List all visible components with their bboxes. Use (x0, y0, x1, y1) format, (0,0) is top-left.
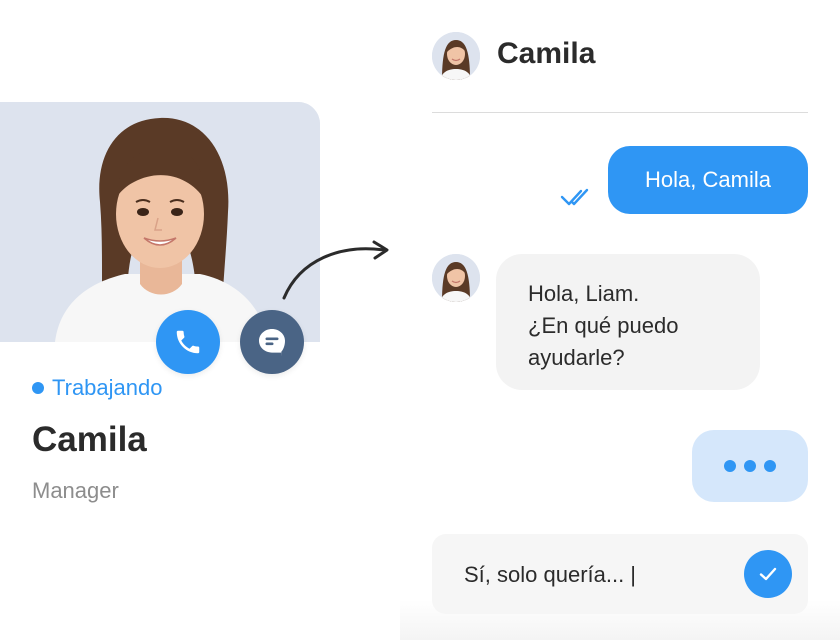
typing-indicator (692, 430, 808, 502)
outgoing-message-text: Hola, Camila (645, 167, 771, 192)
message-input[interactable]: Sí, solo quería... | (464, 562, 744, 588)
double-check-icon (560, 188, 589, 206)
incoming-message-line: ayudarle? (528, 345, 625, 370)
header-divider (432, 112, 808, 113)
send-button[interactable] (744, 550, 792, 598)
incoming-message-line: Hola, Liam. (528, 281, 640, 306)
typing-dot (724, 460, 736, 472)
incoming-message-bubble: Hola, Liam. ¿En qué puedo ayudarle? (496, 254, 760, 390)
curved-arrow-icon (282, 240, 389, 300)
chat-bubble-icon (259, 329, 285, 357)
phone-icon (176, 330, 200, 354)
contact-avatar[interactable] (432, 32, 480, 80)
profile-name: Camila (32, 420, 147, 459)
status-label: Trabajando (52, 375, 163, 400)
message-avatar (432, 254, 480, 302)
outgoing-message-bubble: Hola, Camila (608, 146, 808, 214)
profile-photo (0, 102, 320, 342)
message-composer: Sí, solo quería... | (432, 534, 808, 614)
typing-dot (764, 460, 776, 472)
typing-dot (744, 460, 756, 472)
status-dot (32, 382, 44, 394)
profile-role: Manager (32, 478, 119, 503)
status-indicator: Trabajando (32, 375, 163, 400)
call-button[interactable] (156, 310, 220, 374)
chat-promo-screen: Trabajando Camila Manager Camila Hola, C… (0, 0, 840, 640)
incoming-message-line: ¿En qué puedo (528, 313, 679, 338)
chat-contact-name: Camila (497, 37, 596, 70)
message-button[interactable] (240, 310, 304, 374)
checkmark-icon (759, 567, 777, 581)
